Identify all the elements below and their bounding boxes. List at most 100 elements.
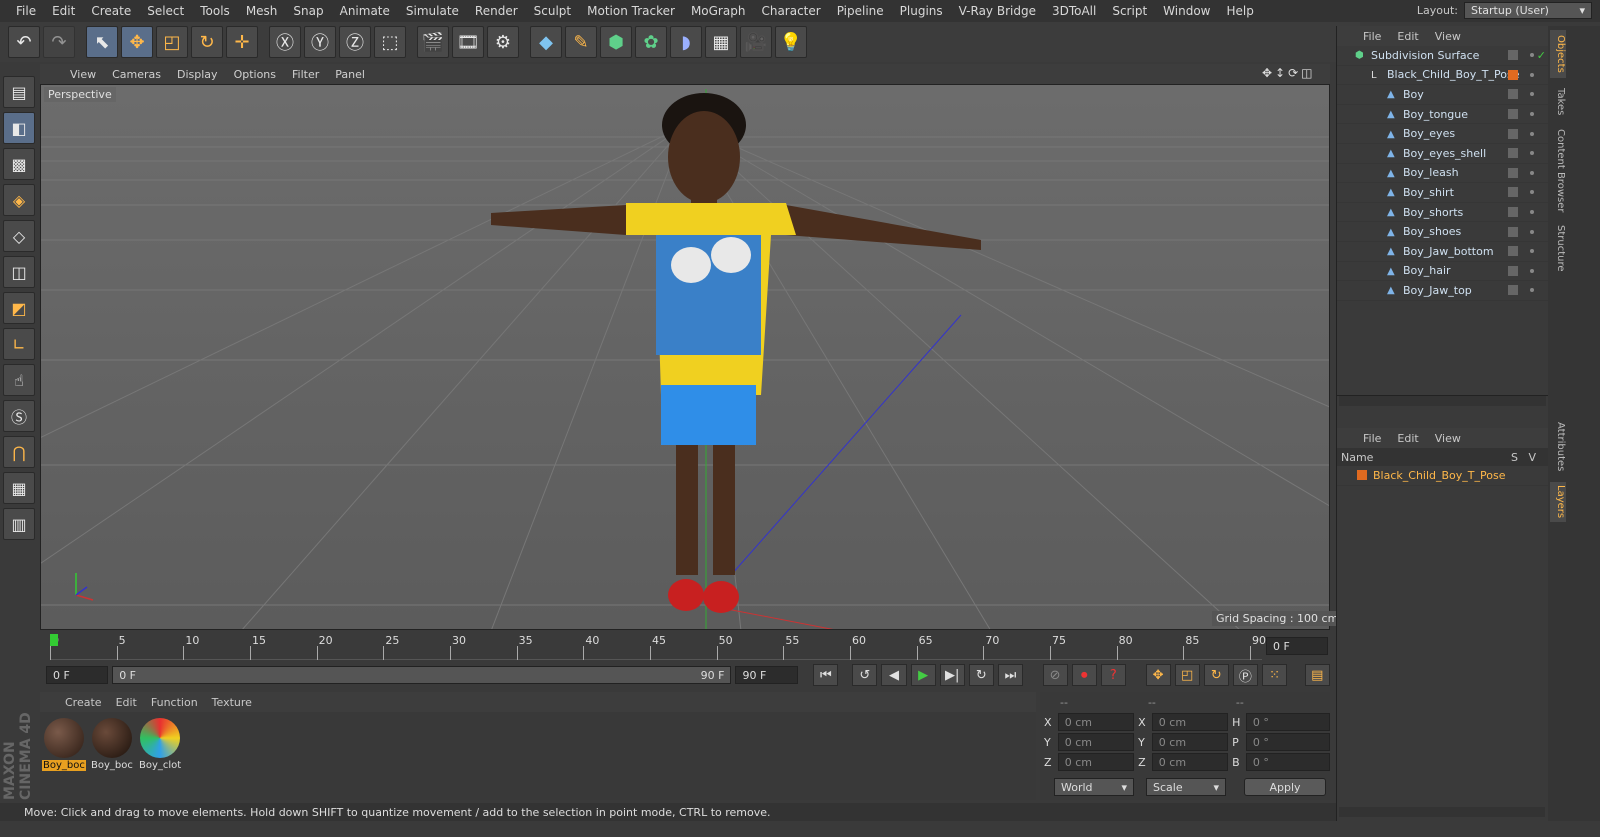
z-axis-icon[interactable]: Ⓩ (339, 26, 371, 58)
tab-objects[interactable]: Objects (1550, 30, 1566, 78)
coordinate-field[interactable]: 0 ° (1245, 733, 1330, 751)
coordinate-field[interactable]: 0 cm (1057, 753, 1135, 771)
key-position-icon[interactable]: ✥ (1145, 664, 1171, 686)
object-row[interactable]: ▲ Boy_eyes (1337, 124, 1548, 144)
menu-item-character[interactable]: Character (753, 4, 828, 18)
edges-mode-icon[interactable]: ◫ (3, 256, 35, 288)
menu-item-mesh[interactable]: Mesh (238, 4, 286, 18)
menu-item-snap[interactable]: Snap (285, 4, 331, 18)
visibility-dot-icon[interactable] (1530, 92, 1534, 97)
camera-icon[interactable]: 🎥 (740, 26, 772, 58)
menu-item-function[interactable]: Function (144, 696, 205, 709)
move-icon[interactable]: ✥ (121, 26, 153, 58)
menu-item-file[interactable]: File (8, 4, 44, 18)
menu-item-view[interactable]: View (1427, 30, 1469, 43)
pen-icon[interactable]: ✎ (565, 26, 597, 58)
subdivision-icon[interactable]: ⬢ (600, 26, 632, 58)
layer-toggle-icon[interactable] (1508, 265, 1518, 276)
visibility-dot-icon[interactable] (1530, 190, 1534, 195)
menu-item-edit[interactable]: Edit (109, 696, 144, 709)
object-row[interactable]: ▲ Boy_shoes (1337, 222, 1548, 242)
scale-icon[interactable]: ◰ (156, 26, 188, 58)
key-parameter-icon[interactable]: Ⓟ (1232, 664, 1258, 686)
object-row[interactable]: ▲ Boy (1337, 85, 1548, 105)
menu-item-options[interactable]: Options (226, 68, 284, 81)
object-row[interactable]: ▲ Boy_shirt (1337, 183, 1548, 203)
object-row[interactable]: L Black_Child_Boy_T_Pose (1337, 66, 1548, 86)
menu-item-mograph[interactable]: MoGraph (683, 4, 754, 18)
y-axis-icon[interactable]: Ⓨ (304, 26, 336, 58)
visibility-dot-icon[interactable] (1530, 229, 1534, 234)
layer-toggle-icon[interactable] (1508, 50, 1518, 61)
render-picture-viewer-icon[interactable]: 🎞 (452, 26, 484, 58)
light-icon[interactable]: 💡 (775, 26, 807, 58)
visibility-dot-icon[interactable] (1530, 72, 1534, 77)
layer-toggle-icon[interactable] (1508, 207, 1518, 218)
menu-item-v-ray-bridge[interactable]: V-Ray Bridge (951, 4, 1044, 18)
recent-tool-icon[interactable]: ✛ (226, 26, 258, 58)
menu-item-file[interactable]: File (1355, 30, 1389, 43)
scene-icon[interactable]: ▦ (705, 26, 737, 58)
visibility-dot-icon[interactable] (1530, 210, 1534, 215)
object-row[interactable]: ▲ Boy_Jaw_top (1337, 281, 1548, 301)
menu-item-help[interactable]: Help (1218, 4, 1261, 18)
tab-structure[interactable]: Structure (1550, 220, 1566, 276)
menu-item-create[interactable]: Create (58, 696, 109, 709)
select-arrow-icon[interactable]: ⬉ (86, 26, 118, 58)
menu-item-window[interactable]: Window (1155, 4, 1218, 18)
layout-dropdown[interactable]: Startup (User) ▾ (1464, 2, 1592, 19)
key-rotation-icon[interactable]: ↻ (1203, 664, 1229, 686)
planar-workplane-icon[interactable]: ▥ (3, 508, 35, 540)
layer-toggle-icon[interactable] (1508, 167, 1518, 178)
menu-item-edit[interactable]: Edit (1389, 432, 1426, 445)
layer-toggle-icon[interactable] (1508, 109, 1518, 120)
menu-item-panel[interactable]: Panel (327, 68, 373, 81)
menu-item-select[interactable]: Select (139, 4, 192, 18)
menu-item-texture[interactable]: Texture (205, 696, 259, 709)
menu-item-render[interactable]: Render (467, 4, 526, 18)
menu-item-motion-tracker[interactable]: Motion Tracker (579, 4, 683, 18)
keyframe-selection-icon[interactable]: ? (1100, 664, 1126, 686)
snap-icon[interactable]: Ⓢ (3, 400, 35, 432)
visibility-dot-icon[interactable] (1530, 53, 1534, 58)
object-row[interactable]: ▲ Boy_Jaw_bottom (1337, 242, 1548, 262)
lock-workplane-icon[interactable]: ▦ (3, 472, 35, 504)
workplane-icon[interactable]: ◈ (3, 184, 35, 216)
coordinate-field[interactable]: 0 cm (1057, 733, 1135, 751)
visibility-dot-icon[interactable] (1530, 268, 1534, 273)
menu-item-filter[interactable]: Filter (284, 68, 327, 81)
menu-item-edit[interactable]: Edit (1389, 30, 1426, 43)
tab-content-browser[interactable]: Content Browser (1550, 126, 1566, 216)
coordinate-field[interactable]: 0 cm (1151, 713, 1229, 731)
menu-item-animate[interactable]: Animate (332, 4, 398, 18)
undo-icon[interactable]: ↶ (8, 26, 40, 58)
layer-toggle-icon[interactable] (1508, 226, 1518, 237)
previous-key-icon[interactable]: ↺ (852, 664, 878, 686)
axis-icon[interactable]: ∟ (3, 328, 35, 360)
playhead[interactable] (50, 634, 58, 646)
menu-item-create[interactable]: Create (83, 4, 139, 18)
play-icon[interactable]: ▶ (910, 664, 936, 686)
visibility-dot-icon[interactable] (1530, 249, 1534, 254)
polygons-mode-icon[interactable]: ◩ (3, 292, 35, 324)
viewport-nav-icons[interactable]: ✥↕⟳◫ (1262, 66, 1316, 80)
texture-mode-icon[interactable]: ▩ (3, 148, 35, 180)
material-swatch[interactable]: Boy_boc (42, 716, 86, 774)
coordinate-field[interactable]: 0 ° (1245, 753, 1330, 771)
autokey-icon[interactable]: ⏺ (1071, 664, 1097, 686)
menu-item-display[interactable]: Display (169, 68, 226, 81)
menu-item-view[interactable]: View (1427, 432, 1469, 445)
object-row[interactable]: ▲ Boy_eyes_shell (1337, 144, 1548, 164)
layer-row[interactable]: Black_Child_Boy_T_Pose (1337, 466, 1548, 486)
tab-attributes[interactable]: Attributes (1550, 416, 1566, 478)
coordinate-mode-select[interactable]: World ▾ (1054, 778, 1134, 796)
object-row[interactable]: ▲ Boy_hair (1337, 262, 1548, 282)
coordinate-field[interactable]: 0 cm (1057, 713, 1135, 731)
coordinate-field[interactable]: 0 ° (1245, 713, 1330, 731)
layer-toggle-icon[interactable] (1508, 89, 1518, 100)
layer-toggle-icon[interactable] (1508, 246, 1518, 257)
objects-scrollbar[interactable] (1339, 396, 1546, 406)
start-frame-field[interactable]: 0 F (46, 666, 109, 684)
menu-item-file[interactable]: File (1355, 432, 1389, 445)
layer-toggle-icon[interactable] (1508, 187, 1518, 198)
